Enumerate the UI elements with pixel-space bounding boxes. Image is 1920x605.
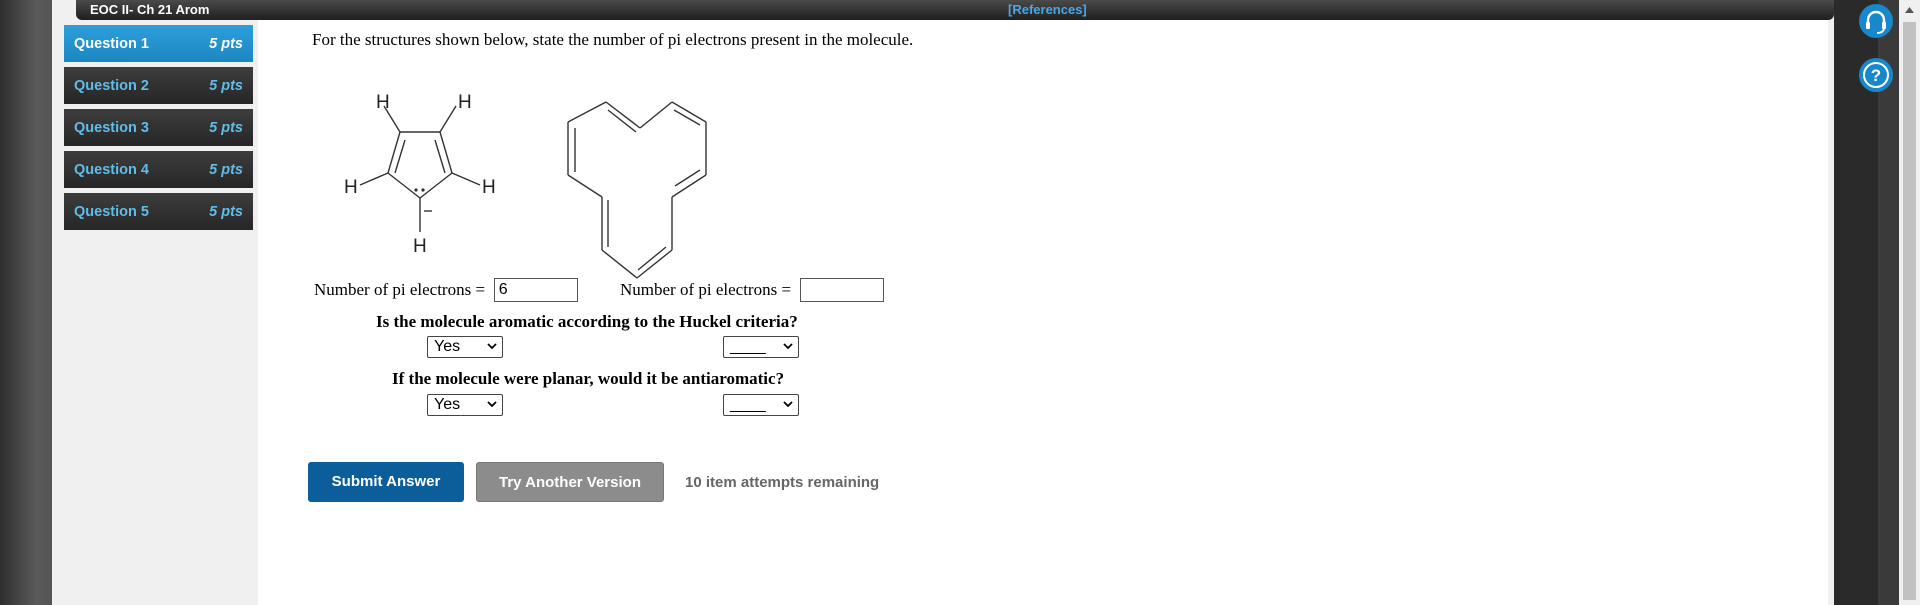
question-content: For the structures shown below, state th…	[258, 20, 1828, 605]
atom-label-h: H	[458, 92, 472, 113]
scroll-up-arrow-icon[interactable]	[1899, 2, 1920, 18]
chevron-down-icon	[783, 343, 793, 350]
references-link[interactable]: [References]	[1008, 2, 1087, 17]
try-another-version-button[interactable]: Try Another Version	[476, 462, 664, 502]
svg-text:?: ?	[1871, 66, 1881, 85]
question-item-1[interactable]: Question 1 5 pts	[64, 25, 253, 62]
question-list: Question 1 5 pts Question 2 5 pts Questi…	[64, 25, 253, 235]
chevron-down-icon	[783, 401, 793, 408]
atom-label-h: H	[413, 236, 427, 257]
atom-label-h: H	[376, 92, 390, 113]
pi-electrons-input-1[interactable]: 6	[493, 278, 578, 302]
question-label: Question 2	[74, 78, 149, 94]
assignment-title-bar: EOC II- Ch 21 Arom [References]	[76, 0, 1834, 20]
select-value: Yes	[434, 338, 461, 355]
select-value: ____	[730, 338, 766, 355]
antiaromatic-question: If the molecule were planar, would it be…	[392, 369, 785, 388]
select-value: Yes	[434, 396, 461, 413]
question-points: 5 pts	[209, 36, 243, 52]
lone-pair-dot	[414, 188, 418, 192]
pi-electrons-label: Number of pi electrons =	[620, 280, 792, 299]
question-item-4[interactable]: Question 4 5 pts	[64, 151, 253, 188]
question-label: Question 3	[74, 120, 149, 136]
headset-icon	[1866, 10, 1886, 34]
pi-electrons-input-2[interactable]	[799, 278, 884, 302]
answer-row-2: Number of pi electrons =	[620, 278, 884, 302]
answer-row-1: Number of pi electrons = 6	[314, 278, 578, 302]
aromatic-select-2[interactable]: ____	[723, 336, 799, 358]
cyclononatetraene-structure	[567, 101, 707, 279]
question-prompt: For the structures shown below, state th…	[312, 30, 914, 49]
assignment-title: EOC II- Ch 21 Arom	[90, 2, 210, 17]
question-label: Question 5	[74, 204, 149, 220]
antiaromatic-select-1[interactable]: Yes	[427, 394, 503, 416]
question-points: 5 pts	[209, 78, 243, 94]
question-label: Question 4	[74, 162, 149, 178]
molecule-structures: H H H H H	[344, 92, 707, 279]
select-value: ____	[730, 396, 766, 413]
attempts-remaining: 10 item attempts remaining	[685, 474, 880, 491]
chevron-down-icon	[487, 401, 497, 408]
antiaromatic-select-2[interactable]: ____	[723, 394, 799, 416]
pi-electrons-label: Number of pi electrons =	[314, 280, 486, 299]
question-points: 5 pts	[209, 162, 243, 178]
help-button[interactable]: ?	[1859, 58, 1893, 92]
submit-answer-button[interactable]: Submit Answer	[308, 462, 464, 502]
window-left-edge	[0, 0, 52, 605]
question-item-5[interactable]: Question 5 5 pts	[64, 193, 253, 230]
question-points: 5 pts	[209, 204, 243, 220]
help-icon: ?	[1863, 62, 1889, 88]
question-label: Question 1	[74, 36, 149, 52]
question-points: 5 pts	[209, 120, 243, 136]
atom-label-h: H	[344, 177, 358, 198]
lone-pair-dot	[421, 188, 425, 192]
support-button[interactable]	[1859, 4, 1893, 38]
chevron-down-icon	[487, 343, 497, 350]
scrollbar-thumb[interactable]	[1903, 22, 1916, 600]
aromatic-question: Is the molecule aromatic according to th…	[376, 312, 798, 331]
question-item-2[interactable]: Question 2 5 pts	[64, 67, 253, 104]
vertical-scrollbar[interactable]	[1899, 0, 1920, 605]
atom-label-h: H	[482, 177, 496, 198]
cyclopentadienyl-anion-structure	[359, 105, 481, 232]
aromatic-select-1[interactable]: Yes	[427, 336, 503, 358]
question-item-3[interactable]: Question 3 5 pts	[64, 109, 253, 146]
